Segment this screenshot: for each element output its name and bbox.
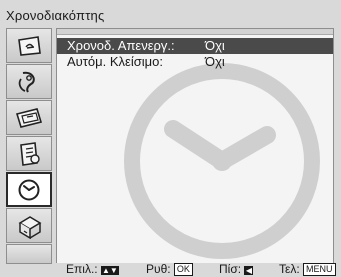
exit-label: Τελ: [279,262,300,276]
clock-watermark-icon [124,63,320,259]
auto-off-label: Αυτόμ. Κλείσιμο: [67,54,163,69]
auto-off-row[interactable]: Αυτόμ. Κλείσιμο: Όχι [57,54,333,70]
menu-key-icon: MENU [303,263,336,276]
left-key-icon: ◀ [244,266,254,275]
sleep-timer-value: Όχι [205,38,225,53]
sleep-timer-label: Χρονοδ. Απενεργ.: [67,38,175,53]
footer-set-hint: Ρυθ: OK [146,262,193,277]
setup-icon [20,141,40,166]
pc-icon [18,215,42,239]
screen-title: Χρονοδιακόπτης [6,8,105,23]
select-label: Επιλ.: [66,262,98,276]
picture-icon [18,35,41,56]
footer-back-hint: Πίσ: ◀ [219,262,254,277]
set-label: Ρυθ: [146,262,171,276]
footer-select-hint: Επιλ.: ▲▼ [66,262,119,277]
clock-icon [18,179,40,200]
timer-menu-screen: Χρονοδιακόπτης Χρονοδ. Απενεργ.: Όχι Αυτ… [0,0,341,277]
auto-off-value: Όχι [205,54,225,69]
ok-key-icon: OK [173,263,193,276]
sidebar-item-empty [6,244,52,264]
screen-control-icon [15,107,43,128]
sidebar-item-picture[interactable] [6,28,52,63]
timer-settings-panel: Χρονοδ. Απενεργ.: Όχι Αυτόμ. Κλείσιμο: Ό… [56,28,334,263]
settings-list-frame: Χρονοδ. Απενεργ.: Όχι Αυτόμ. Κλείσιμο: Ό… [57,34,333,263]
sleep-timer-row[interactable]: Χρονοδ. Απενεργ.: Όχι [57,38,333,54]
sidebar-item-sound[interactable] [6,64,52,99]
sidebar-item-screen-control[interactable] [6,100,52,135]
sidebar-item-setup[interactable] [6,136,52,171]
sidebar-item-pc-settings[interactable] [6,208,52,243]
key-guide-footer: Επιλ.: ▲▼ Ρυθ: OK Πίσ: ◀ Τελ: MENU [56,262,341,277]
footer-exit-hint: Τελ: MENU [279,262,336,277]
up-down-key-icon: ▲▼ [100,266,119,275]
sound-icon [18,71,35,93]
sidebar-item-timer[interactable] [6,172,52,207]
menu-category-sidebar [6,28,54,264]
back-label: Πίσ: [219,262,242,276]
